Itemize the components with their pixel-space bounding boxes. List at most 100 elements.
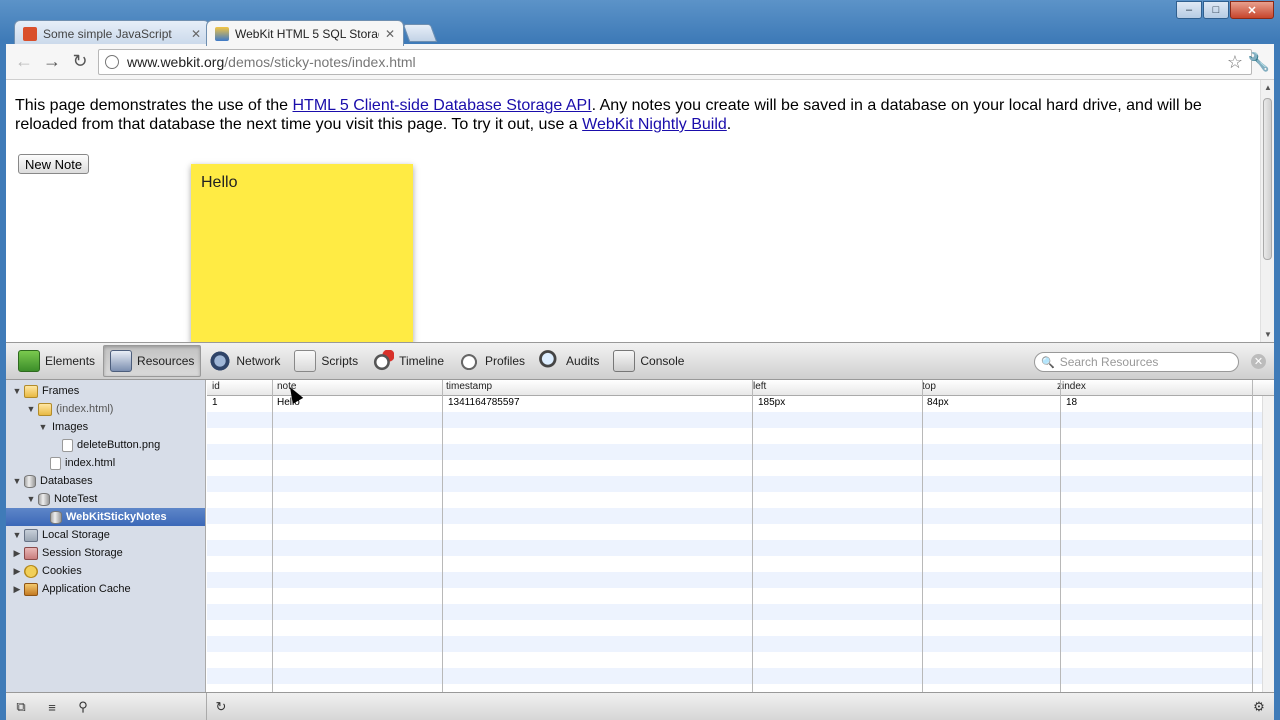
database-icon (24, 474, 36, 488)
console-drawer-icon[interactable]: ≡ (43, 698, 61, 716)
forward-arrow-icon[interactable]: → (38, 48, 66, 76)
tab-timeline[interactable]: Timeline (366, 345, 450, 377)
tab-some-simple-javascript[interactable]: Some simple JavaScript ✕ (14, 20, 210, 46)
database-table-grid: 1 Hello 1341164785597 185px 84px 18 id n… (207, 380, 1274, 692)
local-storage-icon (24, 528, 38, 542)
tab-console[interactable]: Console (607, 345, 690, 377)
column-header-timestamp[interactable]: timestamp (446, 381, 492, 392)
webkit-nightly-link[interactable]: WebKit Nightly Build (582, 116, 727, 133)
column-divider[interactable] (272, 380, 273, 692)
close-devtools-icon[interactable]: ✕ (1251, 354, 1266, 369)
database-api-link[interactable]: HTML 5 Client-side Database Storage API (293, 97, 592, 114)
bookmark-star-icon[interactable]: ☆ (1227, 52, 1243, 73)
tree-label: Cookies (42, 565, 82, 577)
expanded-triangle-icon[interactable]: ▼ (26, 494, 36, 504)
tab-label: Console (640, 354, 685, 368)
scroll-up-icon[interactable]: ▲ (1264, 83, 1272, 92)
tab-title: Some simple JavaScript (43, 26, 172, 41)
sticky-note[interactable]: Hello (191, 164, 413, 342)
collapsed-triangle-icon[interactable]: ▶ (12, 566, 22, 577)
table-row[interactable]: 1 Hello 1341164785597 185px 84px 18 (207, 396, 1262, 412)
dock-to-window-icon[interactable]: ⧉ (12, 698, 30, 716)
tab-webkit-sql-storage[interactable]: WebKit HTML 5 SQL Storag ✕ (206, 20, 404, 46)
close-tab-icon[interactable]: ✕ (385, 27, 395, 41)
tree-label: Images (52, 421, 89, 433)
tab-resources[interactable]: Resources (103, 345, 202, 377)
column-divider[interactable] (922, 380, 923, 692)
tab-elements[interactable]: Elements (12, 345, 101, 377)
column-divider[interactable] (1060, 380, 1061, 692)
tree-item-frames[interactable]: ▼ Frames (6, 382, 205, 400)
tree-item-index-html[interactable]: index.html (6, 454, 205, 472)
new-tab-button[interactable] (402, 24, 438, 42)
globe-icon (105, 55, 119, 69)
expanded-triangle-icon[interactable]: ▼ (12, 476, 22, 486)
address-bar[interactable]: www.webkit.org/demos/sticky-notes/index.… (98, 49, 1252, 75)
favicon-icon (23, 26, 37, 41)
cell-zindex: 18 (1066, 397, 1078, 408)
column-divider[interactable] (1252, 380, 1253, 692)
settings-gear-icon[interactable]: ⚙ (1250, 698, 1268, 716)
audits-icon (539, 350, 562, 372)
note-text[interactable]: Hello (201, 174, 237, 191)
tab-label: Profiles (485, 354, 526, 368)
column-header-id[interactable]: id (212, 381, 220, 392)
refresh-icon[interactable]: ↻ (212, 698, 230, 716)
page-scrollbar[interactable]: ▲ ▼ (1260, 80, 1274, 342)
new-note-button[interactable]: New Note (18, 154, 90, 174)
column-header-zindex[interactable]: zindex (1057, 381, 1086, 392)
tree-item-note-test[interactable]: ▼ NoteTest (6, 490, 205, 508)
tree-item-cookies[interactable]: ▶ Cookies (6, 562, 205, 580)
column-divider[interactable] (752, 380, 753, 692)
expanded-triangle-icon[interactable]: ▼ (12, 386, 22, 396)
tab-network[interactable]: Network (203, 345, 286, 377)
wrench-menu-icon[interactable]: 🔧 (1248, 52, 1270, 73)
scroll-thumb[interactable] (1263, 98, 1272, 260)
search-icon: 🔍 (1041, 356, 1055, 369)
elements-icon (18, 350, 40, 372)
tab-profiles[interactable]: Profiles (452, 345, 531, 377)
tree-item-application-cache[interactable]: ▶ Application Cache (6, 580, 205, 598)
close-tab-icon[interactable]: ✕ (191, 27, 201, 41)
tab-label: Scripts (321, 354, 359, 368)
column-header-top[interactable]: top (922, 381, 936, 392)
resources-icon (110, 350, 133, 372)
tree-item-local-storage[interactable]: ▼ Local Storage (6, 526, 205, 544)
grid-scrollbar[interactable] (1262, 396, 1274, 692)
inspect-search-icon[interactable]: ⚲ (74, 698, 92, 716)
tree-item-session-storage[interactable]: ▶ Session Storage (6, 544, 205, 562)
network-icon (209, 350, 232, 372)
tree-item-images[interactable]: ▼ Images (6, 418, 205, 436)
close-window-button[interactable]: ✕ (1230, 1, 1274, 19)
scroll-down-icon[interactable]: ▼ (1264, 330, 1272, 339)
tree-item-databases[interactable]: ▼ Databases (6, 472, 205, 490)
cell-left: 185px (758, 397, 786, 408)
cell-timestamp: 1341164785597 (448, 397, 520, 408)
expanded-triangle-icon[interactable]: ▼ (38, 422, 48, 432)
tree-label: NoteTest (54, 493, 98, 505)
tab-scripts[interactable]: Scripts (288, 345, 364, 377)
expanded-triangle-icon[interactable]: ▼ (12, 530, 22, 540)
tree-item-webkit-sticky-notes[interactable]: WebKitStickyNotes (6, 508, 205, 526)
maximize-button[interactable]: □ (1203, 1, 1229, 19)
back-arrow-icon[interactable]: ← (10, 48, 38, 76)
document-icon (50, 456, 61, 470)
intro-text: . (726, 116, 732, 133)
minimize-button[interactable]: – (1176, 1, 1202, 19)
column-header-left[interactable]: left (753, 381, 766, 392)
column-divider[interactable] (442, 380, 443, 692)
cell-id: 1 (212, 397, 218, 408)
tree-item-delete-button-png[interactable]: deleteButton.png (6, 436, 205, 454)
collapsed-triangle-icon[interactable]: ▶ (12, 548, 22, 559)
tree-item-frame-index[interactable]: ▼ (index.html) (6, 400, 205, 418)
tree-label: deleteButton.png (77, 439, 161, 451)
reload-icon[interactable]: ↻ (66, 48, 94, 76)
expanded-triangle-icon[interactable]: ▼ (26, 404, 36, 414)
tree-label: Application Cache (42, 583, 131, 595)
tab-audits[interactable]: Audits (533, 345, 605, 377)
search-resources-input[interactable]: 🔍 Search Resources (1034, 352, 1239, 372)
collapsed-triangle-icon[interactable]: ▶ (12, 584, 22, 595)
tree-label: Local Storage (42, 529, 110, 541)
application-cache-icon (24, 582, 38, 596)
tab-label: Timeline (399, 354, 444, 368)
